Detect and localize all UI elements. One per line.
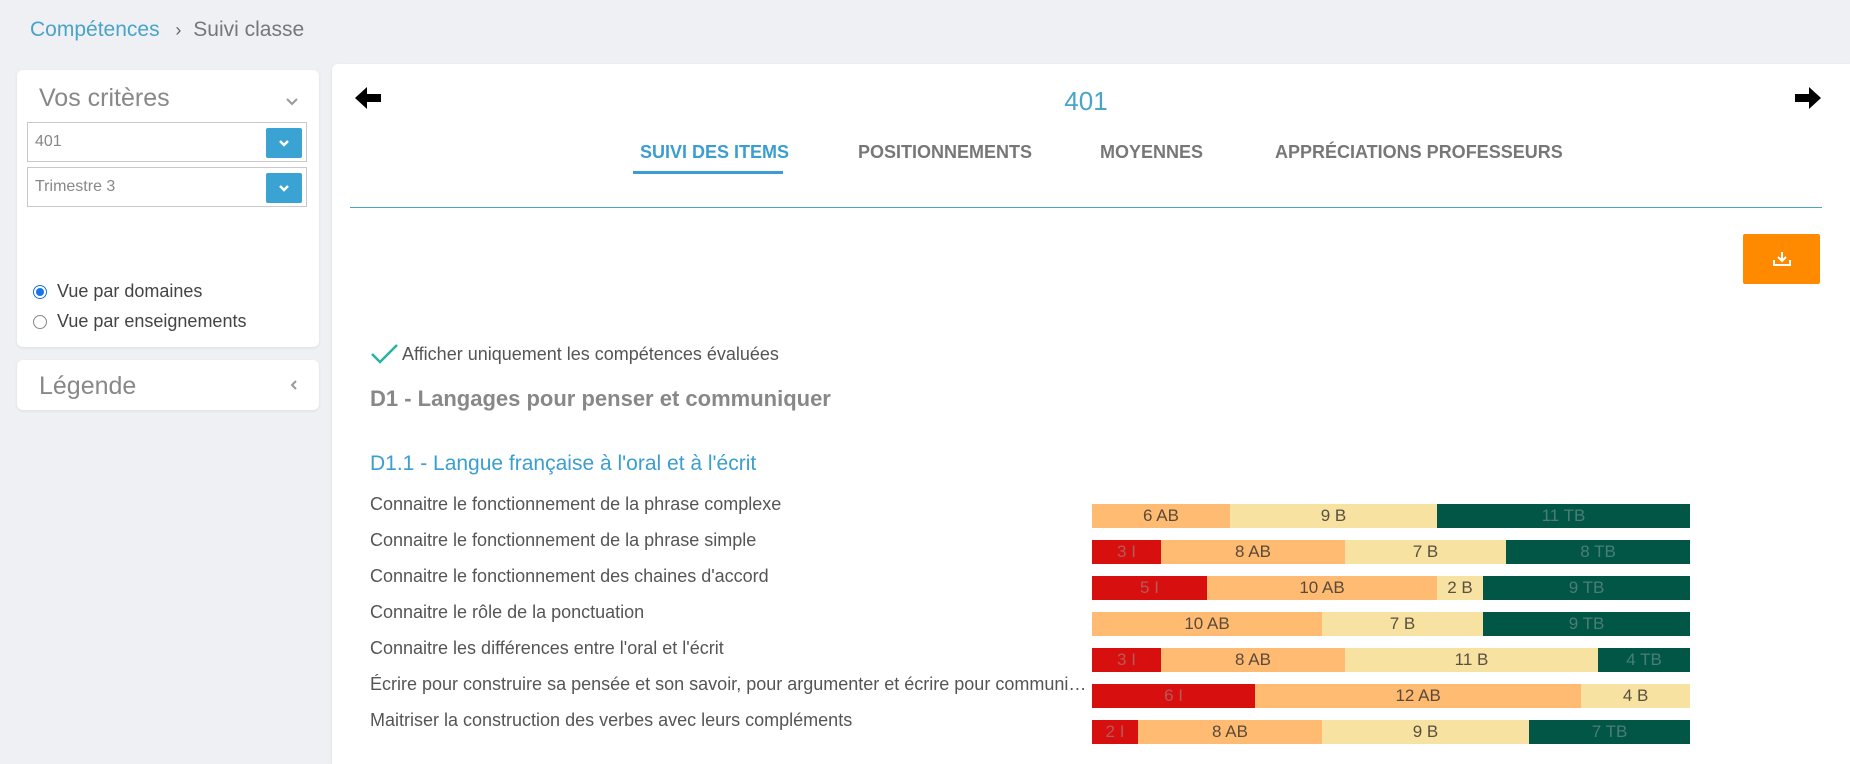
evaluated-only-filter[interactable]: Afficher uniquement les compétences éval… [370, 342, 779, 366]
view-domains-label: Vue par domaines [57, 281, 203, 301]
item-label: Écrire pour construire sa pensée et son … [370, 674, 1090, 694]
item-label: Connaitre les différences entre l'oral e… [370, 638, 724, 658]
bar-segment-b[interactable]: 7 B [1322, 612, 1483, 636]
bar-segment-ab[interactable]: 8 AB [1138, 720, 1322, 744]
chevron-right-icon: › [175, 20, 182, 40]
bar-segment-ab[interactable]: 6 AB [1092, 504, 1230, 528]
download-icon [1773, 252, 1791, 266]
item-row: Écrire pour construire sa pensée et son … [370, 674, 1770, 708]
bar-segment-i[interactable]: 6 I [1092, 684, 1256, 708]
period-select-button[interactable] [266, 173, 302, 203]
tab-bar: SUIVI DES ITEMS POSITIONNEMENTS MOYENNES… [332, 142, 1850, 182]
period-select-value: Trimestre 3 [35, 178, 116, 195]
item-label: Connaitre le fonctionnement de la phrase… [370, 530, 757, 550]
item-row: Connaitre le fonctionnement des chaines … [370, 566, 1770, 600]
bar-segment-i[interactable]: 5 I [1092, 576, 1207, 600]
tab-appreciations-professeurs[interactable]: APPRÉCIATIONS PROFESSEURS [1275, 142, 1563, 163]
view-domains-option[interactable]: Vue par domaines [33, 281, 202, 302]
bar-segment-tb[interactable]: 8 TB [1506, 540, 1690, 564]
bar-segment-i[interactable]: 3 I [1092, 540, 1161, 564]
view-subjects-option[interactable]: Vue par enseignements [33, 311, 246, 332]
bar-segment-ab[interactable]: 8 AB [1161, 540, 1345, 564]
breadcrumb: Compétences › Suivi classe [30, 18, 304, 42]
item-distribution-bar: 2 I8 AB 9 B7 TB [1092, 720, 1690, 744]
bar-segment-tb[interactable]: 9 TB [1483, 576, 1690, 600]
bar-segment-ab[interactable]: 8 AB [1161, 648, 1345, 672]
chevron-down-icon [279, 185, 289, 192]
bar-segment-ab[interactable]: 12 AB [1255, 684, 1582, 708]
bar-segment-i[interactable]: 2 I [1092, 720, 1138, 744]
bar-segment-b[interactable]: 9 B [1322, 720, 1529, 744]
legend-title: Légende [39, 372, 137, 400]
tab-moyennes[interactable]: MOYENNES [1100, 142, 1203, 163]
item-distribution-bar: 10 AB 7 B9 TB [1092, 612, 1690, 636]
item-row: Connaitre le fonctionnement de la phrase… [370, 530, 1770, 564]
item-label: Connaitre le rôle de la ponctuation [370, 602, 645, 622]
bar-segment-tb[interactable]: 11 TB [1437, 504, 1690, 528]
evaluated-only-label: Afficher uniquement les compétences éval… [402, 343, 779, 364]
tabs-divider [350, 207, 1822, 208]
view-subjects-radio[interactable] [33, 314, 47, 329]
checkmark-icon[interactable] [370, 342, 400, 366]
item-distribution-bar: 6 AB 9 B 11 TB [1092, 504, 1690, 528]
bar-segment-ab[interactable]: 10 AB [1207, 576, 1437, 600]
bar-segment-tb[interactable]: 7 TB [1529, 720, 1690, 744]
active-tab-indicator [633, 171, 783, 174]
item-row: Maitriser la construction des verbes ave… [370, 710, 1770, 744]
bar-segment-b[interactable]: 4 B [1581, 684, 1690, 708]
item-row: Connaitre les différences entre l'oral e… [370, 638, 1770, 672]
view-domains-radio[interactable] [33, 284, 47, 299]
item-label: Connaitre le fonctionnement de la phrase… [370, 494, 782, 514]
view-subjects-label: Vue par enseignements [57, 311, 247, 331]
bar-segment-b[interactable]: 7 B [1345, 540, 1506, 564]
item-row: Connaitre le fonctionnement de la phrase… [370, 494, 1770, 528]
bar-segment-b[interactable]: 2 B [1437, 576, 1483, 600]
breadcrumb-link-competences[interactable]: Compétences [30, 18, 160, 41]
criteria-title: Vos critères [39, 84, 170, 112]
bar-segment-ab[interactable]: 10 AB [1092, 612, 1322, 636]
bar-segment-b[interactable]: 9 B [1230, 504, 1437, 528]
bar-segment-i[interactable]: 3 I [1092, 648, 1161, 672]
bar-segment-tb[interactable]: 4 TB [1598, 648, 1690, 672]
item-label: Maitriser la construction des verbes ave… [370, 710, 853, 730]
class-title: 401 [1064, 86, 1108, 116]
item-row: Connaitre le rôle de la ponctuation 10 AB… [370, 602, 1770, 636]
breadcrumb-current: Suivi classe [193, 18, 305, 41]
item-label: Connaitre le fonctionnement des chaines … [370, 566, 769, 586]
main-panel: 401 SUIVI DES ITEMS POSITIONNEMENTS MOYE… [332, 64, 1850, 764]
tab-positionnements[interactable]: POSITIONNEMENTS [858, 142, 1032, 163]
item-distribution-bar: 3 I8 AB 7 B8 TB [1092, 540, 1690, 564]
subdomain-title: D1.1 - Langue française à l'oral et à l'… [370, 452, 757, 475]
domain-title: D1 - Langages pour penser et communiquer [370, 386, 831, 411]
item-distribution-bar: 3 I8 AB 11 B4 TB [1092, 648, 1690, 672]
class-select[interactable]: 401 [27, 122, 307, 162]
arrow-right-icon[interactable] [1792, 84, 1824, 112]
class-select-value: 401 [35, 133, 62, 150]
chevron-down-icon[interactable] [283, 92, 301, 110]
chevron-down-icon [279, 140, 289, 147]
bar-segment-tb[interactable]: 9 TB [1483, 612, 1690, 636]
period-select[interactable]: Trimestre 3 [27, 167, 307, 207]
chevron-left-icon[interactable] [287, 378, 301, 392]
bar-segment-b[interactable]: 11 B [1345, 648, 1598, 672]
class-select-button[interactable] [266, 128, 302, 158]
legend-panel[interactable]: Légende [17, 360, 319, 410]
item-distribution-bar: 5 I 10 AB 2 B9 TB [1092, 576, 1690, 600]
criteria-panel: Vos critères 401 Trimestre 3 Vue par dom… [17, 70, 319, 347]
export-button[interactable] [1743, 234, 1820, 284]
tab-suivi-des-items[interactable]: SUIVI DES ITEMS [640, 142, 789, 163]
item-distribution-bar: 6 I 12 AB 4 B [1092, 684, 1690, 708]
